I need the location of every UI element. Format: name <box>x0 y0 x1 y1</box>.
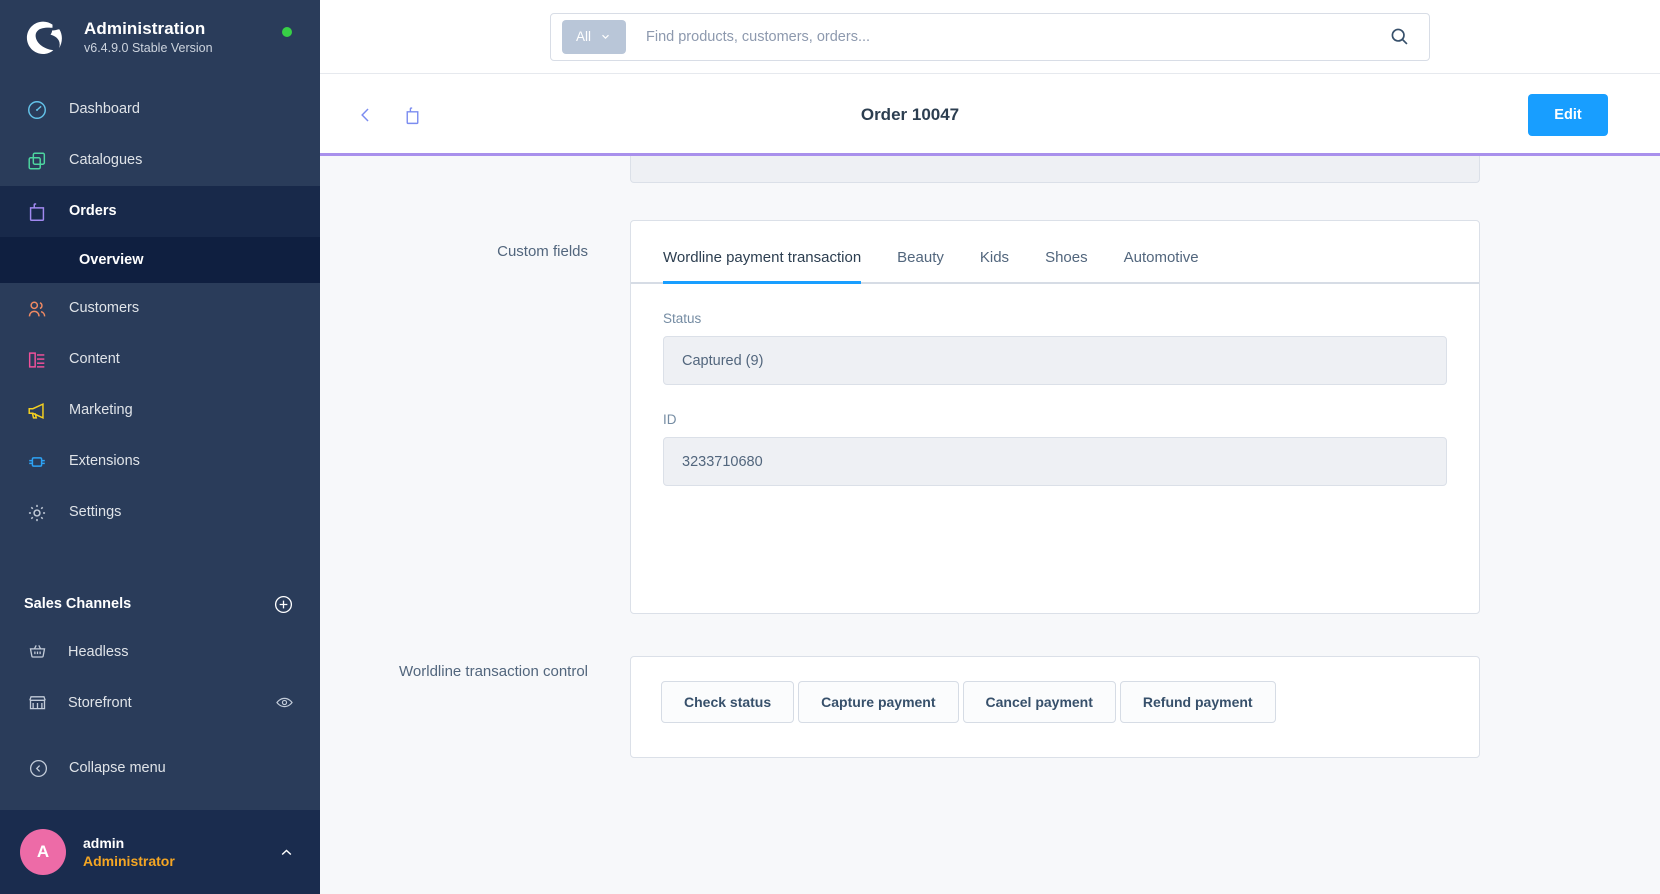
page-title-text: Order 10047 <box>860 105 960 124</box>
tab-shoes[interactable]: Shoes <box>1045 221 1088 282</box>
sidebar-item-dashboard[interactable]: Dashboard <box>0 84 320 135</box>
connection-status-dot <box>282 27 292 37</box>
sales-channel-storefront[interactable]: Storefront <box>0 677 320 728</box>
main-area: All Find products, customers, orders... … <box>320 0 1660 894</box>
content-area: Custom fields Wordline payment transacti… <box>320 156 1660 894</box>
transaction-control-row: Worldline transaction control Check stat… <box>320 656 1608 758</box>
basket-icon <box>26 641 48 663</box>
sales-channels-header: Sales Channels <box>0 582 320 626</box>
field-status: Status Captured (9) <box>663 310 1447 385</box>
tab-beauty[interactable]: Beauty <box>897 221 944 282</box>
app-title: Administration <box>84 19 206 38</box>
status-label: Status <box>663 311 702 326</box>
partial-field-above <box>630 156 1480 183</box>
transaction-control-body: Check status Capture payment Cancel paym… <box>630 656 1480 758</box>
sidebar-item-label: Customers <box>69 300 140 317</box>
edit-button[interactable]: Edit <box>1528 94 1608 136</box>
plugin-icon <box>24 449 50 475</box>
transaction-control-label: Worldline transaction control <box>399 663 588 680</box>
smart-bar: Order 10047 Edit <box>320 74 1660 156</box>
sidebar-item-catalogues[interactable]: Catalogues <box>0 135 320 186</box>
collapse-menu-button[interactable]: Collapse menu <box>0 746 320 790</box>
cancel-payment-button[interactable]: Cancel payment <box>962 681 1116 723</box>
smart-bar-actions <box>350 99 428 131</box>
search-input[interactable] <box>626 28 1379 45</box>
content-icon <box>24 347 50 373</box>
admin-app: Administration v6.4.9.0 Stable Version D… <box>0 0 1660 894</box>
sidebar-item-label: Catalogues <box>69 152 143 169</box>
sidebar-item-orders[interactable]: Orders <box>0 186 320 237</box>
sales-channel-label: Storefront <box>68 694 132 711</box>
gauge-icon <box>24 97 50 123</box>
sidebar-item-marketing[interactable]: Marketing <box>0 385 320 436</box>
sales-channel-headless[interactable]: Headless <box>0 626 320 677</box>
sidebar-item-label: Dashboard <box>69 101 140 118</box>
status-input[interactable]: Captured (9) <box>663 336 1447 385</box>
sidebar-item-label: Orders <box>69 203 117 220</box>
sidebar-item-content[interactable]: Content <box>0 334 320 385</box>
tab-wordline-payment-transaction[interactable]: Wordline payment transaction <box>663 221 862 284</box>
page-title: Order 10047 <box>320 105 1660 125</box>
smart-bar-right: Edit <box>1528 94 1608 136</box>
transaction-control-buttons: Check status Capture payment Cancel paym… <box>661 681 1449 723</box>
sidebar: Administration v6.4.9.0 Stable Version D… <box>0 0 320 894</box>
sidebar-item-overview[interactable]: Overview <box>0 237 320 283</box>
shopware-logo-icon <box>22 17 64 59</box>
collapse-menu-label: Collapse menu <box>69 760 166 776</box>
search-scope-selector[interactable]: All <box>562 19 626 54</box>
sidebar-item-extensions[interactable]: Extensions <box>0 436 320 487</box>
user-bar[interactable]: A admin Administrator <box>0 810 320 894</box>
topbar: All <box>320 0 1660 74</box>
sidebar-header-titles: Administration v6.4.9.0 Stable Version <box>84 19 213 57</box>
megaphone-icon <box>24 398 50 424</box>
avatar: A <box>20 829 66 875</box>
sidebar-item-settings[interactable]: Settings <box>0 487 320 538</box>
search-scope-label: All <box>575 29 591 44</box>
sales-channel-label: Headless <box>68 643 129 660</box>
custom-fields-body-inner: Status Captured (9) ID 3233710680 <box>631 284 1479 516</box>
sidebar-subitem-label: Overview <box>79 252 144 268</box>
field-id: ID 3233710680 <box>663 411 1447 486</box>
tab-automotive[interactable]: Automotive <box>1124 221 1199 282</box>
app-version: v6.4.9.0 Stable Version <box>84 41 213 55</box>
custom-fields-label: Custom fields <box>497 243 588 260</box>
global-search-bar[interactable]: All <box>550 12 1430 61</box>
custom-fields-row: Custom fields Wordline payment transacti… <box>320 220 1608 614</box>
tab-kids[interactable]: Kids <box>980 221 1009 282</box>
sidebar-header: Administration v6.4.9.0 Stable Version <box>0 0 320 76</box>
sidebar-item-customers[interactable]: Customers <box>0 283 320 334</box>
sidebar-item-label: Marketing <box>69 402 133 419</box>
order-bag-icon[interactable] <box>396 99 428 131</box>
plus-circle-icon[interactable] <box>273 594 294 615</box>
custom-fields-card: Wordline payment transaction Beauty Kids… <box>630 220 1480 614</box>
copy-icon <box>24 148 50 174</box>
user-name: admin <box>83 835 125 851</box>
sidebar-item-label: Extensions <box>69 453 140 470</box>
chevron-left-circle-icon <box>28 758 49 779</box>
store-icon <box>26 692 48 714</box>
main-nav: Dashboard Catalogues Orders Overview Cus… <box>0 76 320 538</box>
capture-payment-button[interactable]: Capture payment <box>798 681 959 723</box>
id-input[interactable]: 3233710680 <box>663 437 1447 486</box>
back-button[interactable] <box>350 99 382 131</box>
custom-fields-tabs: Wordline payment transaction Beauty Kids… <box>631 221 1479 284</box>
sales-channels-title: Sales Channels <box>24 596 132 612</box>
chevron-down-icon <box>599 30 612 43</box>
refund-payment-button[interactable]: Refund payment <box>1119 681 1276 723</box>
custom-fields-body: Wordline payment transaction Beauty Kids… <box>630 220 1480 614</box>
sidebar-item-label: Content <box>69 351 120 368</box>
id-label: ID <box>663 412 677 427</box>
search-icon[interactable] <box>1379 17 1419 57</box>
user-role: Administrator <box>83 853 175 869</box>
check-status-button[interactable]: Check status <box>661 681 795 723</box>
transaction-control-card: Check status Capture payment Cancel paym… <box>630 656 1480 758</box>
eye-icon[interactable] <box>275 693 294 712</box>
users-icon <box>24 296 50 322</box>
user-meta: admin Administrator <box>83 834 277 870</box>
gear-icon <box>24 500 50 526</box>
sidebar-item-label: Settings <box>69 504 122 521</box>
bag-icon <box>24 199 50 225</box>
chevron-up-icon[interactable] <box>277 843 296 862</box>
